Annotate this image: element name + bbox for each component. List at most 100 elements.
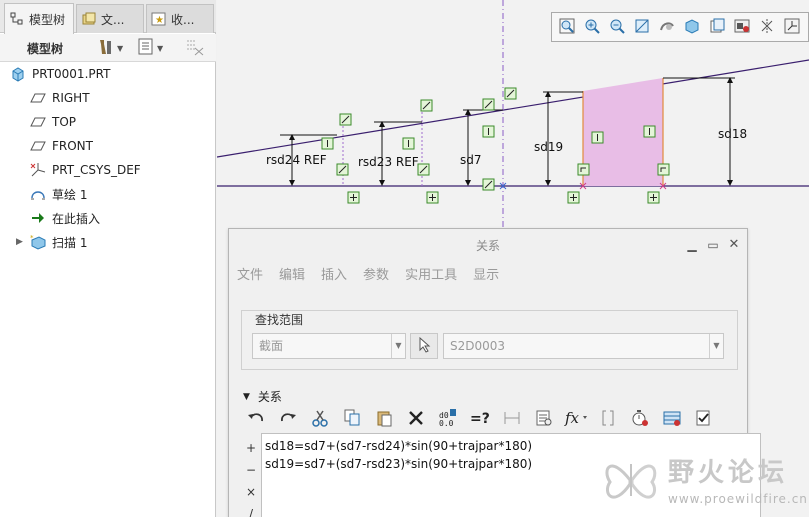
cut-button[interactable]	[307, 409, 333, 431]
tree-node-sketch[interactable]: 草绘 1	[30, 183, 87, 205]
forum-watermark: 野火论坛 www.proewildfire.cn	[600, 446, 807, 516]
spin-icon	[659, 18, 675, 37]
operator-buttons: + − × /	[243, 437, 259, 517]
sort-relations-button[interactable]	[531, 409, 557, 431]
dimension-label-rsd24[interactable]: rsd24 REF	[266, 153, 327, 167]
tab-folder-browser[interactable]: 文...	[76, 4, 144, 33]
maximize-icon[interactable]: ▭	[706, 238, 720, 252]
unit-sensitivity-button[interactable]	[627, 409, 653, 431]
tab-model-tree[interactable]: 模型树	[4, 3, 74, 34]
tree-node-top[interactable]: TOP	[30, 111, 76, 133]
dimension-label-sd18[interactable]: sd18	[718, 127, 747, 141]
tree-node-label: 草绘 1	[52, 187, 88, 202]
parameters-table-icon	[663, 409, 681, 431]
tab-label: 收...	[171, 12, 195, 27]
cursor-arrow-icon	[417, 336, 431, 356]
relations-section-label: 关系	[257, 390, 282, 404]
cube-shaded-icon	[684, 18, 700, 37]
undo-button[interactable]	[243, 409, 269, 431]
insert-bracket-button[interactable]	[595, 409, 621, 431]
tree-node-front[interactable]: FRONT	[30, 135, 93, 157]
look-in-type-select[interactable]: 截面 ▼	[252, 333, 406, 359]
copy-button[interactable]	[339, 409, 365, 431]
svg-text:★: ★	[155, 15, 164, 26]
zoom-fit-button[interactable]	[556, 16, 578, 38]
dimension-label-rsd23[interactable]: rsd23 REF	[358, 155, 419, 169]
tree-node-csys[interactable]: PRT_CSYS_DEF	[30, 159, 141, 181]
settings-dropdown[interactable]: ▼	[96, 38, 123, 58]
insert-function-button[interactable]: fx	[563, 409, 589, 431]
zoom-in-button[interactable]	[581, 16, 603, 38]
show-dropdown[interactable]: ▼	[138, 38, 163, 58]
menu-parameters[interactable]: 参数	[363, 265, 389, 287]
menu-edit[interactable]: 编辑	[279, 265, 305, 287]
paste-icon	[376, 409, 392, 431]
redo-button[interactable]	[275, 409, 301, 431]
datum-plane-icon	[30, 138, 46, 154]
view-toolbar	[551, 12, 809, 42]
menu-show[interactable]: 显示	[473, 265, 499, 287]
zoom-fit-icon	[559, 18, 575, 37]
menu-insert[interactable]: 插入	[321, 265, 347, 287]
tree-node-sweep[interactable]: ▶ * 扫描 1	[16, 231, 88, 253]
tab-favorites[interactable]: ★ 收...	[146, 4, 214, 33]
filter-grid-icon	[185, 38, 205, 59]
svg-text:0.0: 0.0	[439, 419, 454, 427]
csys-display-button[interactable]	[781, 16, 803, 38]
butterfly-logo-icon	[600, 450, 662, 513]
zoom-out-button[interactable]	[606, 16, 628, 38]
look-in-item-value: S2D0003	[450, 339, 506, 353]
insert-here-arrow-icon	[30, 210, 46, 226]
tree-node-label: 在此插入	[52, 211, 101, 226]
scissors-icon	[312, 409, 328, 431]
close-icon[interactable]: ✕	[727, 238, 741, 252]
verify-relations-button[interactable]	[691, 409, 717, 431]
repaint-button[interactable]	[631, 16, 653, 38]
view-manager-button[interactable]	[731, 16, 753, 38]
dimension-label-sd7[interactable]: sd7	[460, 153, 482, 167]
slope-line	[217, 59, 809, 158]
sort-relations-icon	[535, 409, 553, 431]
look-in-type-value: 截面	[259, 339, 284, 353]
tree-node-insert-here[interactable]: 在此插入	[30, 207, 100, 229]
bracket-icon	[600, 409, 616, 431]
look-in-item-select[interactable]: S2D0003 ▼	[443, 333, 724, 359]
menu-file[interactable]: 文件	[237, 265, 263, 287]
collapse-triangle-icon: ▼	[243, 391, 250, 402]
minimize-icon[interactable]: ▁	[685, 238, 699, 252]
watermark-title: 野火论坛	[668, 458, 789, 488]
plus-operator-button[interactable]: +	[243, 437, 259, 459]
model-tree-icon	[9, 11, 25, 27]
minus-operator-button[interactable]: −	[243, 459, 259, 481]
list-view-icon	[138, 38, 154, 59]
dimension-toggle-button[interactable]	[499, 409, 525, 431]
tree-node-label: PRT0001.PRT	[32, 67, 111, 81]
delete-button[interactable]	[403, 409, 429, 431]
tree-node-label: RIGHT	[52, 91, 90, 105]
tree-node-label: FRONT	[52, 139, 93, 153]
evaluate-selection-button[interactable]: d0 0.0	[435, 409, 461, 431]
folder-browser-icon	[81, 11, 97, 27]
local-parameters-button[interactable]	[659, 409, 685, 431]
expand-arrow-icon[interactable]: ▶	[16, 237, 23, 247]
datum-plane-icon	[30, 114, 46, 130]
divide-operator-button[interactable]: /	[243, 503, 259, 517]
saved-views-button[interactable]	[706, 16, 728, 38]
delete-x-icon	[408, 410, 424, 430]
relations-section-header[interactable]: ▼ 关系	[243, 388, 282, 405]
paste-button[interactable]	[371, 409, 397, 431]
spin-center-button[interactable]	[656, 16, 678, 38]
tree-node-label: TOP	[52, 115, 77, 129]
datum-display-button[interactable]	[756, 16, 778, 38]
filter-button[interactable]	[185, 38, 205, 58]
verify-button[interactable]: =?	[467, 409, 493, 431]
menu-utilities[interactable]: 实用工具	[405, 265, 457, 287]
tree-node-part[interactable]: PRT0001.PRT	[10, 63, 110, 85]
evaluate-digits-icon: d0 0.0	[439, 409, 457, 431]
tree-node-label: 扫描 1	[52, 235, 88, 250]
dimension-label-sd19[interactable]: sd19	[534, 140, 563, 154]
shading-button[interactable]	[681, 16, 703, 38]
multiply-operator-button[interactable]: ×	[243, 481, 259, 503]
select-item-button[interactable]	[410, 333, 438, 359]
tree-node-right[interactable]: RIGHT	[30, 87, 90, 109]
